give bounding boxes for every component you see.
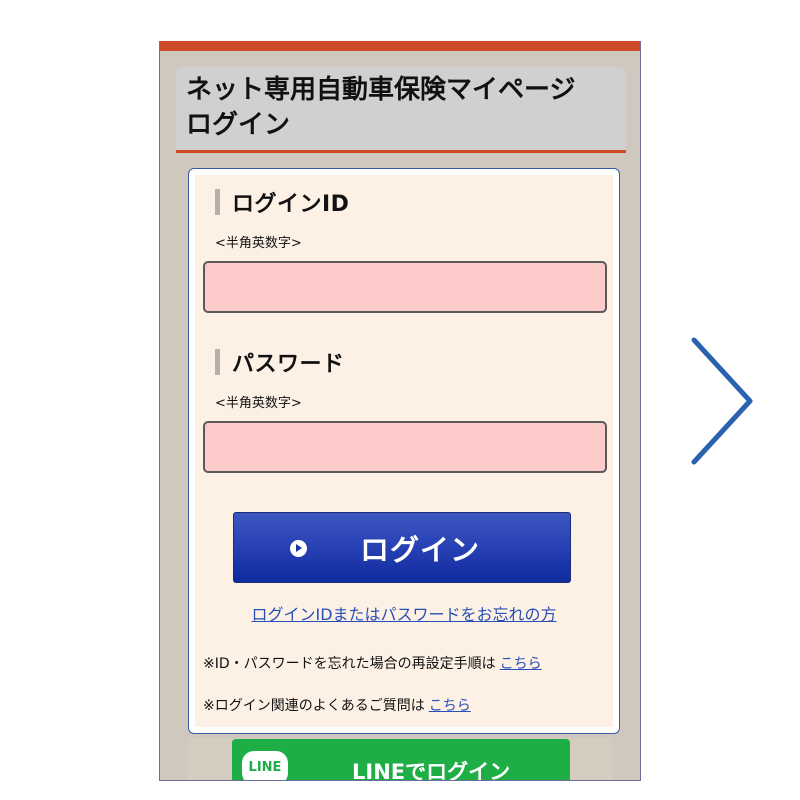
page-title: ネット専用自動車保険マイページ ログイン [186, 73, 616, 143]
login-button[interactable]: ログイン [233, 512, 571, 583]
login-id-label: ログインID [232, 192, 350, 217]
mobile-screen: ネット専用自動車保険マイページ ログイン ログインID <半角英数字> パスワー… [159, 41, 641, 781]
reset-procedure-link[interactable]: こちら [500, 656, 542, 672]
reset-procedure-note: ※ID・パスワードを忘れた場合の再設定手順は こちら [203, 653, 542, 673]
chevron-right-icon[interactable] [686, 336, 760, 466]
forgot-credentials-link[interactable]: ログインIDまたはパスワードをお忘れの方 [195, 601, 613, 625]
page-header: ネット専用自動車保険マイページ ログイン [176, 67, 626, 153]
line-login-label: LINEでログイン [352, 760, 511, 781]
login-form: ログインID <半角英数字> パスワード <半角英数字> ログイン ログインID… [195, 175, 613, 727]
page-title-line1: ネット専用自動車保険マイページ [186, 75, 576, 105]
line-login-button[interactable]: LINE LINEでログイン [232, 739, 570, 781]
heading-marker [215, 349, 220, 375]
login-id-input[interactable] [203, 261, 607, 313]
page-title-line2: ログイン [186, 110, 291, 140]
login-form-panel: ログインID <半角英数字> パスワード <半角英数字> ログイン ログインID… [188, 168, 620, 734]
line-logo-icon: LINE [242, 751, 288, 780]
reset-procedure-text: ※ID・パスワードを忘れた場合の再設定手順は [203, 656, 496, 672]
faq-link[interactable]: こちら [429, 698, 471, 714]
faq-note: ※ログイン関連のよくあるご質問は こちら [203, 695, 471, 715]
faq-text: ※ログイン関連のよくあるご質問は [203, 698, 425, 714]
login-id-hint: <半角英数字> [215, 236, 302, 251]
password-label: パスワード [232, 352, 345, 377]
password-heading: パスワード [215, 349, 345, 377]
heading-marker [215, 189, 220, 215]
password-input[interactable] [203, 421, 607, 473]
password-hint: <半角英数字> [215, 396, 302, 411]
login-id-heading: ログインID [215, 189, 350, 217]
top-accent-bar [160, 41, 640, 51]
play-circle-icon [290, 540, 307, 557]
login-button-label: ログイン [360, 533, 481, 567]
